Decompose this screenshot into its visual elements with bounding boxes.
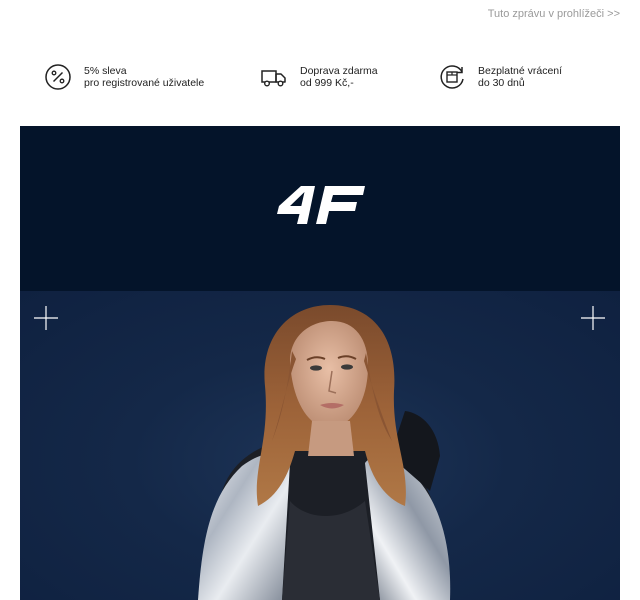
percent-icon: [45, 64, 71, 90]
benefit-discount: 5% sleva pro registrované uživatele: [44, 60, 204, 94]
benefit-shipping-text: Doprava zdarma od 999 Kč,-: [300, 65, 378, 89]
return-box-icon: [440, 65, 464, 89]
hero-banner[interactable]: [20, 126, 620, 600]
benefit-shipping-title: Doprava zdarma: [300, 65, 378, 77]
hero-photo[interactable]: [20, 291, 620, 600]
benefit-shipping: Doprava zdarma od 999 Kč,-: [260, 60, 378, 94]
truck-icon: [261, 70, 286, 87]
benefit-returns-subtitle: do 30 dnů: [478, 77, 525, 89]
benefit-discount-subtitle: pro registrované uživatele: [84, 77, 205, 89]
benefits-bar: 5% sleva pro registrované uživatele Dopr…: [0, 60, 640, 96]
benefit-returns-title: Bezplatné vrácení: [478, 65, 563, 77]
logo-band: [20, 126, 620, 291]
benefit-discount-text: 5% sleva pro registrované uživatele: [84, 65, 204, 89]
plus-decoration-left-icon: [34, 306, 58, 330]
model-illustration: [198, 305, 451, 600]
benefit-returns-text: Bezplatné vrácení do 30 dnů: [478, 65, 562, 89]
view-in-browser-link[interactable]: Tuto zprávu v prohlížeči >>: [488, 8, 620, 20]
plus-decoration-right-icon: [581, 306, 605, 330]
benefit-discount-title: 5% sleva: [84, 65, 127, 77]
benefit-returns: Bezplatné vrácení do 30 dnů: [438, 60, 562, 94]
brand-logo[interactable]: [275, 184, 367, 232]
benefit-shipping-subtitle: od 999 Kč,-: [300, 77, 354, 89]
